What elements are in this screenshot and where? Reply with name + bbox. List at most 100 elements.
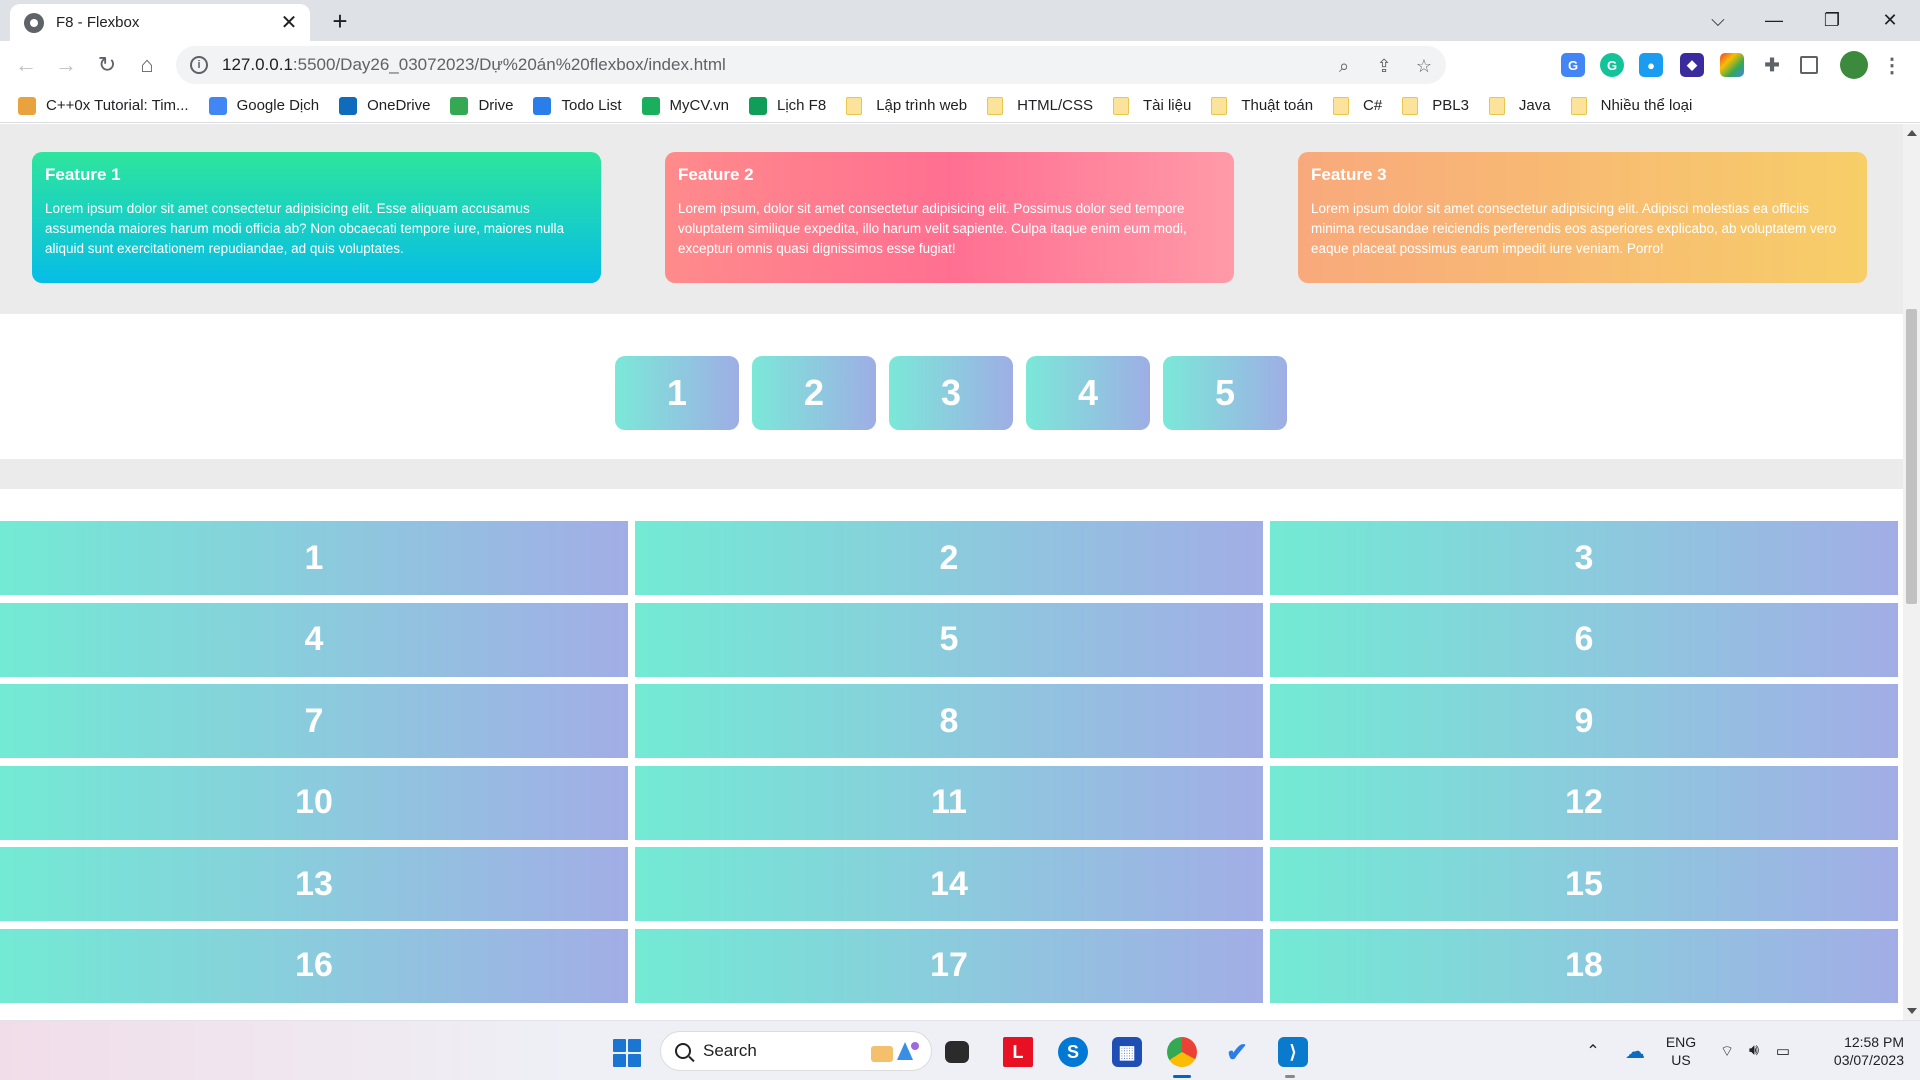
todo-check-icon[interactable]: ✔	[1222, 1037, 1252, 1067]
wifi-icon[interactable]: ⌔	[1716, 1021, 1738, 1080]
reload-button[interactable]: ↻	[91, 49, 123, 81]
tab-strip: F8 - Flexbox ✕ + ⌵ — ❐ ✕	[0, 0, 1920, 41]
bookmark-item[interactable]: Todo List	[533, 96, 622, 115]
bookmark-label: OneDrive	[367, 97, 431, 114]
new-tab-button[interactable]: +	[325, 6, 355, 36]
grid-cell: 2	[635, 521, 1263, 595]
bookmark-item[interactable]: Lập trình web	[846, 96, 967, 115]
profile-avatar[interactable]	[1840, 51, 1868, 79]
graduation-cap-extension-icon[interactable]: ◆	[1680, 53, 1704, 77]
back-button[interactable]: ←	[10, 49, 42, 81]
windows-taskbar: Search L S ▦ ✔ ⟩ ⌃ ☁ ENG US ⌔ 🔊︎ ▭ 12:58…	[0, 1020, 1920, 1080]
number-pill: 1	[615, 356, 739, 430]
onedrive-cloud-icon[interactable]: ☁	[1622, 1021, 1648, 1080]
bookmark-item[interactable]: Tài liệu	[1112, 96, 1191, 115]
folder-icon	[846, 96, 863, 115]
bookmark-label: Java	[1518, 97, 1551, 114]
grid-cell: 12	[1270, 765, 1898, 840]
number-pill: 4	[1026, 356, 1150, 430]
bookmark-label: Lịch F8	[777, 97, 827, 114]
bookmark-item[interactable]: MyCV.vn	[641, 96, 729, 115]
home-button[interactable]: ⌂	[131, 49, 163, 81]
folder-icon	[1402, 96, 1419, 115]
feature-title: Feature 3	[1311, 165, 1387, 184]
close-window-button[interactable]: ✕	[1868, 0, 1912, 40]
grid-cell: 8	[635, 684, 1263, 758]
input-language-indicator[interactable]: ENG US	[1663, 1033, 1699, 1069]
share-icon[interactable]: ⇪	[1372, 54, 1396, 78]
skype-icon[interactable]: S	[1058, 1037, 1088, 1067]
close-tab-icon[interactable]: ✕	[278, 12, 300, 34]
page-scrollbar[interactable]	[1903, 124, 1920, 1020]
tray-overflow-chevron-icon[interactable]: ⌃	[1583, 1021, 1603, 1080]
grid-cell: 7	[0, 684, 628, 758]
bookmark-item[interactable]: Drive	[450, 96, 513, 115]
features-section: Feature 1 Lorem ipsum dolor sit amet con…	[0, 124, 1903, 314]
browser-tab-active[interactable]: F8 - Flexbox ✕	[10, 4, 310, 41]
number-grid-section: 1 2 3 4 5 6 7 8 9 10 11 12 13 14 15 16 17 18	[0, 489, 1903, 1020]
grid-cell: 15	[1270, 847, 1898, 921]
minimize-button[interactable]: —	[1752, 0, 1796, 40]
section-divider	[0, 459, 1903, 489]
folder-icon	[1333, 96, 1350, 115]
scrollbar-thumb[interactable]	[1906, 309, 1917, 604]
site-favicon-icon	[18, 96, 36, 115]
tab-search-chevron-icon[interactable]: ⌵	[1696, 0, 1740, 40]
site-favicon-icon	[641, 96, 660, 115]
volume-icon[interactable]: 🔊︎	[1742, 1021, 1766, 1080]
number-pill: 5	[1163, 356, 1287, 430]
bookmark-item[interactable]: HTML/CSS	[987, 96, 1093, 115]
bookmark-item[interactable]: Thuật toán	[1211, 96, 1314, 115]
microsoft-store-icon[interactable]: ▦	[1112, 1037, 1142, 1067]
bookmark-item[interactable]: OneDrive	[339, 96, 431, 115]
grid-cell: 3	[1270, 521, 1898, 595]
extensions-puzzle-icon[interactable]: ✚	[1760, 53, 1784, 77]
bookmark-item[interactable]: Nhiều thể loại	[1570, 96, 1692, 115]
bookmark-label: Thuật toán	[1241, 97, 1314, 114]
globe-icon	[24, 12, 44, 33]
chrome-icon[interactable]	[1167, 1037, 1197, 1067]
bookmark-item[interactable]: PBL3	[1402, 96, 1469, 115]
url-path: :5500/Day26_03072023/Dự%20án%20flexbox/i…	[292, 55, 726, 74]
bookmark-item[interactable]: Java	[1488, 96, 1551, 115]
folder-icon	[1112, 96, 1129, 115]
chrome-menu-icon[interactable]: ⋮	[1880, 53, 1904, 77]
scroll-up-arrow-icon[interactable]	[1907, 130, 1917, 136]
grid-cell: 13	[0, 847, 628, 921]
water-drop-extension-icon[interactable]: ●	[1639, 53, 1663, 77]
side-panel-icon[interactable]	[1800, 56, 1818, 74]
zoom-icon[interactable]: ⌕	[1332, 54, 1356, 78]
battery-icon[interactable]: ▭	[1770, 1021, 1796, 1080]
google-translate-extension-icon[interactable]: G	[1561, 53, 1585, 77]
folder-icon	[987, 96, 1004, 115]
bookmark-item[interactable]: C#	[1333, 96, 1382, 115]
page-viewport: Feature 1 Lorem ipsum dolor sit amet con…	[0, 124, 1903, 1020]
grid-cell: 17	[635, 928, 1263, 1003]
bookmark-star-icon[interactable]: ☆	[1412, 54, 1436, 78]
taskbar-search-box[interactable]: Search	[660, 1031, 932, 1071]
app-l-icon[interactable]: L	[1003, 1037, 1033, 1067]
number-pill: 3	[889, 356, 1013, 430]
bookmark-label: C++0x Tutorial: Tim...	[46, 97, 189, 114]
tab-title: F8 - Flexbox	[56, 14, 140, 31]
bookmark-label: MyCV.vn	[669, 97, 729, 114]
restore-button[interactable]: ❐	[1810, 0, 1854, 40]
grid-cell: 18	[1270, 928, 1898, 1003]
feature-title: Feature 2	[678, 165, 754, 184]
scroll-down-arrow-icon[interactable]	[1907, 1008, 1917, 1014]
grammarly-extension-icon[interactable]: G	[1600, 53, 1624, 77]
bookmark-item[interactable]: Google Dịch	[208, 96, 319, 115]
grid-cell: 1	[0, 521, 628, 595]
bookmark-item[interactable]: C++0x Tutorial: Tim...	[18, 96, 189, 115]
clock-time: 12:58 PM	[1844, 1034, 1904, 1050]
bookmark-item[interactable]: Lịch F8	[749, 96, 827, 115]
color-picker-extension-icon[interactable]	[1720, 53, 1744, 77]
taskbar-clock[interactable]: 12:58 PM 03/07/2023	[1808, 1033, 1904, 1069]
vscode-icon[interactable]: ⟩	[1278, 1037, 1308, 1067]
forward-button[interactable]: →	[50, 49, 82, 81]
site-info-icon[interactable]: i	[190, 56, 208, 74]
feature-card-3: Feature 3 Lorem ipsum dolor sit amet con…	[1298, 152, 1867, 283]
windows-start-icon[interactable]	[613, 1039, 641, 1067]
address-bar[interactable]: i 127.0.0.1:5500/Day26_03072023/Dự%20án%…	[176, 46, 1446, 84]
task-view-icon[interactable]	[945, 1041, 969, 1063]
